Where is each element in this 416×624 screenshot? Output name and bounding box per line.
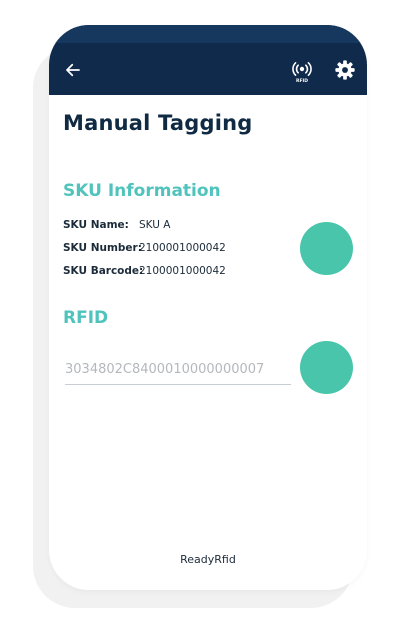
sku-barcode-value: 2100001000042	[139, 265, 226, 277]
sku-scan-button[interactable]	[300, 222, 353, 275]
sku-barcode-label: SKU Barcode:	[63, 265, 144, 277]
sku-name-label: SKU Name:	[63, 219, 129, 231]
sku-number-value: 2100001000042	[139, 242, 226, 254]
sku-number-row: SKU Number:2100001000042	[63, 242, 226, 254]
settings-button[interactable]	[333, 58, 357, 82]
footer-brand: ReadyRfid	[180, 553, 236, 566]
back-button[interactable]	[61, 58, 85, 82]
page-title: Manual Tagging	[63, 111, 253, 135]
rfid-tag-input[interactable]	[65, 354, 291, 385]
app-header: RFID	[49, 25, 367, 95]
rfid-read-button[interactable]	[300, 341, 353, 394]
sku-number-label: SKU Number:	[63, 242, 142, 254]
rfid-antenna-icon: RFID	[292, 62, 312, 84]
sku-barcode-row: SKU Barcode:2100001000042	[63, 265, 226, 277]
arrow-left-icon	[66, 63, 80, 77]
sku-section-title: SKU Information	[63, 181, 221, 201]
status-bar	[49, 25, 367, 43]
rfid-icon-caption: RFID	[296, 78, 308, 84]
phone-screen: RFID Manual Tagging SKU Information SKU …	[49, 25, 367, 590]
sku-name-value: SKU A	[139, 219, 171, 231]
sku-name-row: SKU Name: SKU A	[63, 219, 170, 231]
gear-icon	[335, 60, 355, 80]
app-canvas: RFID Manual Tagging SKU Information SKU …	[0, 0, 416, 624]
rfid-scan-button[interactable]: RFID	[289, 58, 315, 84]
rfid-section-title: RFID	[63, 308, 109, 328]
